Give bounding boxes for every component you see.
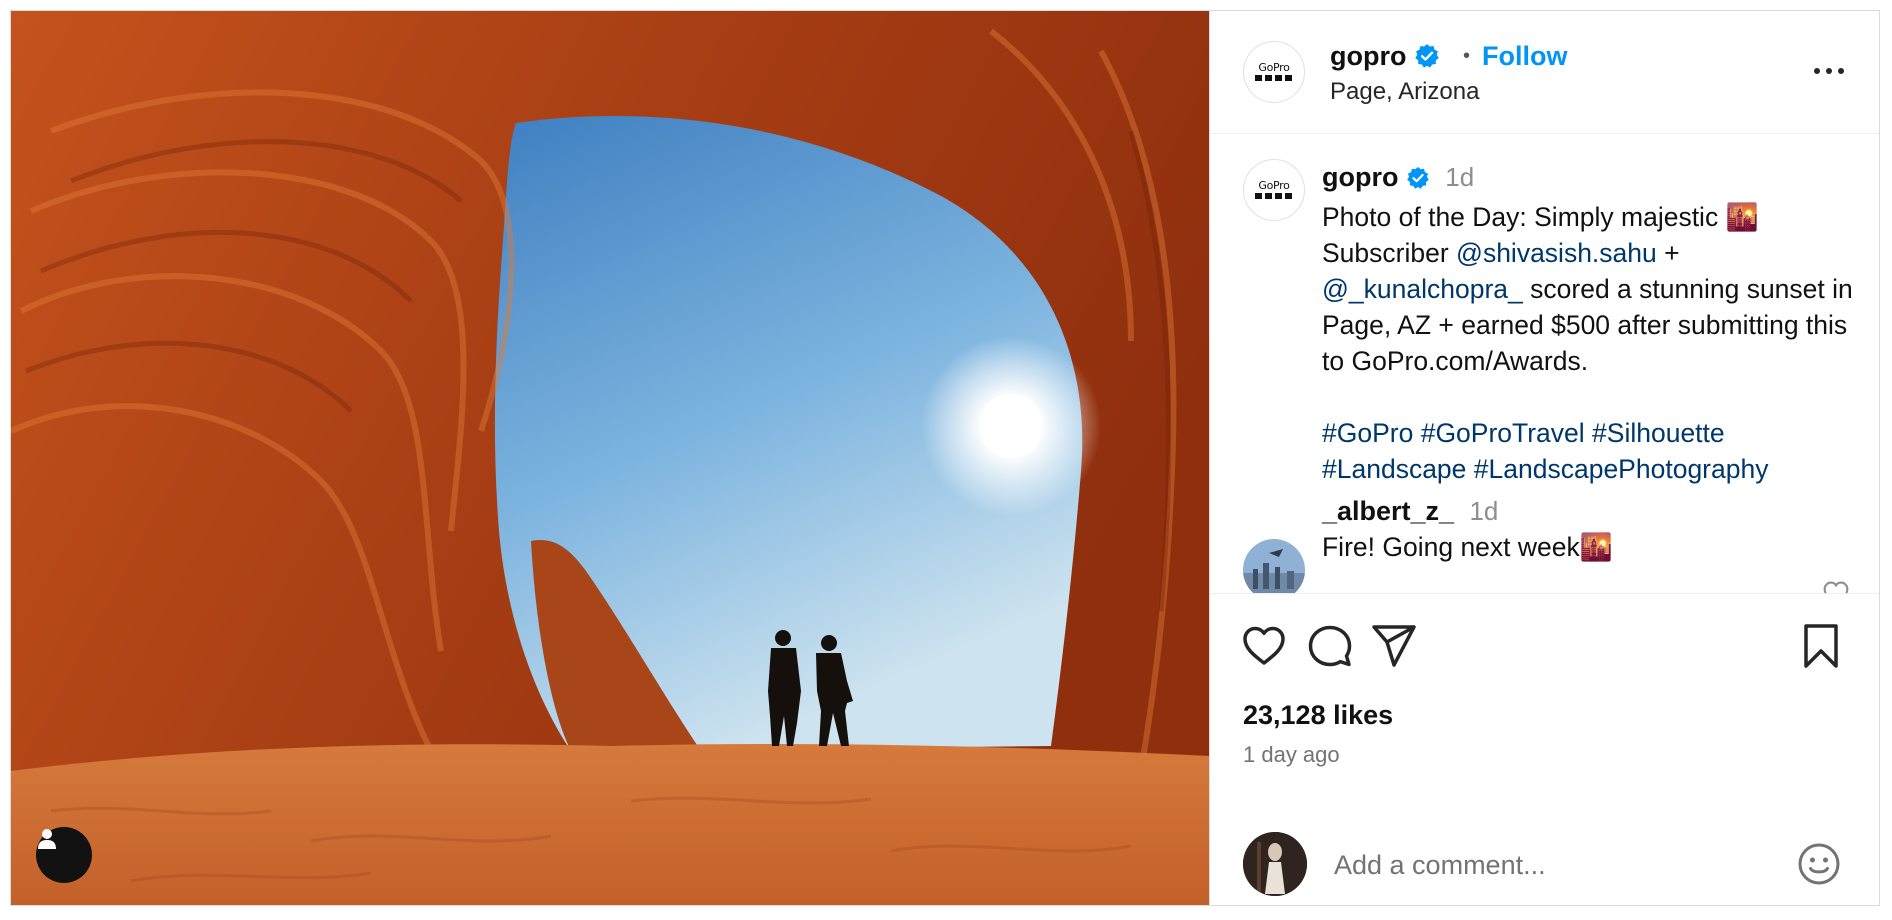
author-avatar[interactable]: GoPro [1243, 41, 1305, 103]
post-caption: gopro 1d Photo of the Day: Simply majest… [1322, 162, 1862, 487]
caption-time[interactable]: 1d [1445, 162, 1474, 192]
canyon-photo-image [11, 11, 1209, 905]
gopro-logo-text: GoPro [1258, 61, 1290, 74]
mention-link[interactable]: @shivasish.sahu [1456, 238, 1657, 268]
separator-dot: • [1463, 45, 1471, 67]
commenter-username[interactable]: _albert_z_ [1322, 496, 1454, 526]
hashtag-link[interactable]: #GoProTravel [1421, 418, 1585, 448]
post-details-panel: GoPro gopro • Follow Page, Arizona GoPro [1209, 11, 1879, 905]
hashtag-link[interactable]: #Landscape [1322, 454, 1466, 484]
author-username[interactable]: gopro [1330, 41, 1440, 72]
post-actions-section: 23,128 likes 1 day ago [1210, 593, 1879, 905]
more-options-icon[interactable] [1809, 56, 1849, 86]
likes-count[interactable]: 23,128 likes [1243, 700, 1393, 731]
caption-text: Photo of the Day: Simply majestic 🌇 Subs… [1322, 202, 1853, 376]
add-comment-input[interactable] [1332, 844, 1756, 886]
caption-hashtags: #GoPro #GoProTravel #Silhouette #Landsca… [1322, 415, 1862, 487]
comments-scroll-area[interactable]: GoPro gopro 1d Photo of the Day: Simply … [1210, 133, 1879, 593]
comment-icon[interactable] [1306, 622, 1354, 670]
comment-like-heart-icon[interactable] [1820, 577, 1852, 593]
verified-badge-icon [1415, 44, 1439, 68]
hashtag-link[interactable]: #GoPro [1322, 418, 1413, 448]
add-comment-row [1210, 824, 1879, 905]
current-user-avatar [1243, 832, 1307, 896]
comment-text: Fire! Going next week🌇 [1322, 532, 1613, 562]
tag-user-button[interactable] [36, 827, 92, 883]
post-photo[interactable] [11, 11, 1209, 905]
heart-icon[interactable] [1240, 622, 1288, 670]
post-header: GoPro gopro • Follow Page, Arizona [1210, 11, 1879, 134]
hashtag-link[interactable]: #Silhouette [1592, 418, 1725, 448]
user-tag-icon [38, 829, 56, 849]
share-icon[interactable] [1370, 622, 1418, 670]
emoji-icon[interactable] [1795, 840, 1843, 888]
caption-author-avatar[interactable]: GoPro [1243, 159, 1305, 221]
bookmark-icon[interactable] [1797, 622, 1845, 670]
follow-button[interactable]: Follow [1482, 41, 1567, 72]
gopro-logo-text: GoPro [1258, 179, 1290, 192]
mention-link[interactable]: @_kunalchopra_ [1322, 274, 1523, 304]
caption-username[interactable]: gopro [1322, 162, 1398, 192]
verified-badge-icon [1407, 167, 1429, 189]
comment-time[interactable]: 1d [1469, 496, 1498, 526]
post-window: GoPro gopro • Follow Page, Arizona GoPro [10, 10, 1880, 906]
post-timestamp[interactable]: 1 day ago [1243, 742, 1340, 768]
hashtag-link[interactable]: #LandscapePhotography [1474, 454, 1769, 484]
commenter-avatar[interactable] [1243, 539, 1305, 593]
location-link[interactable]: Page, Arizona [1330, 78, 1479, 106]
comment-item: _albert_z_ 1d Fire! Going next week🌇 [1322, 493, 1822, 565]
